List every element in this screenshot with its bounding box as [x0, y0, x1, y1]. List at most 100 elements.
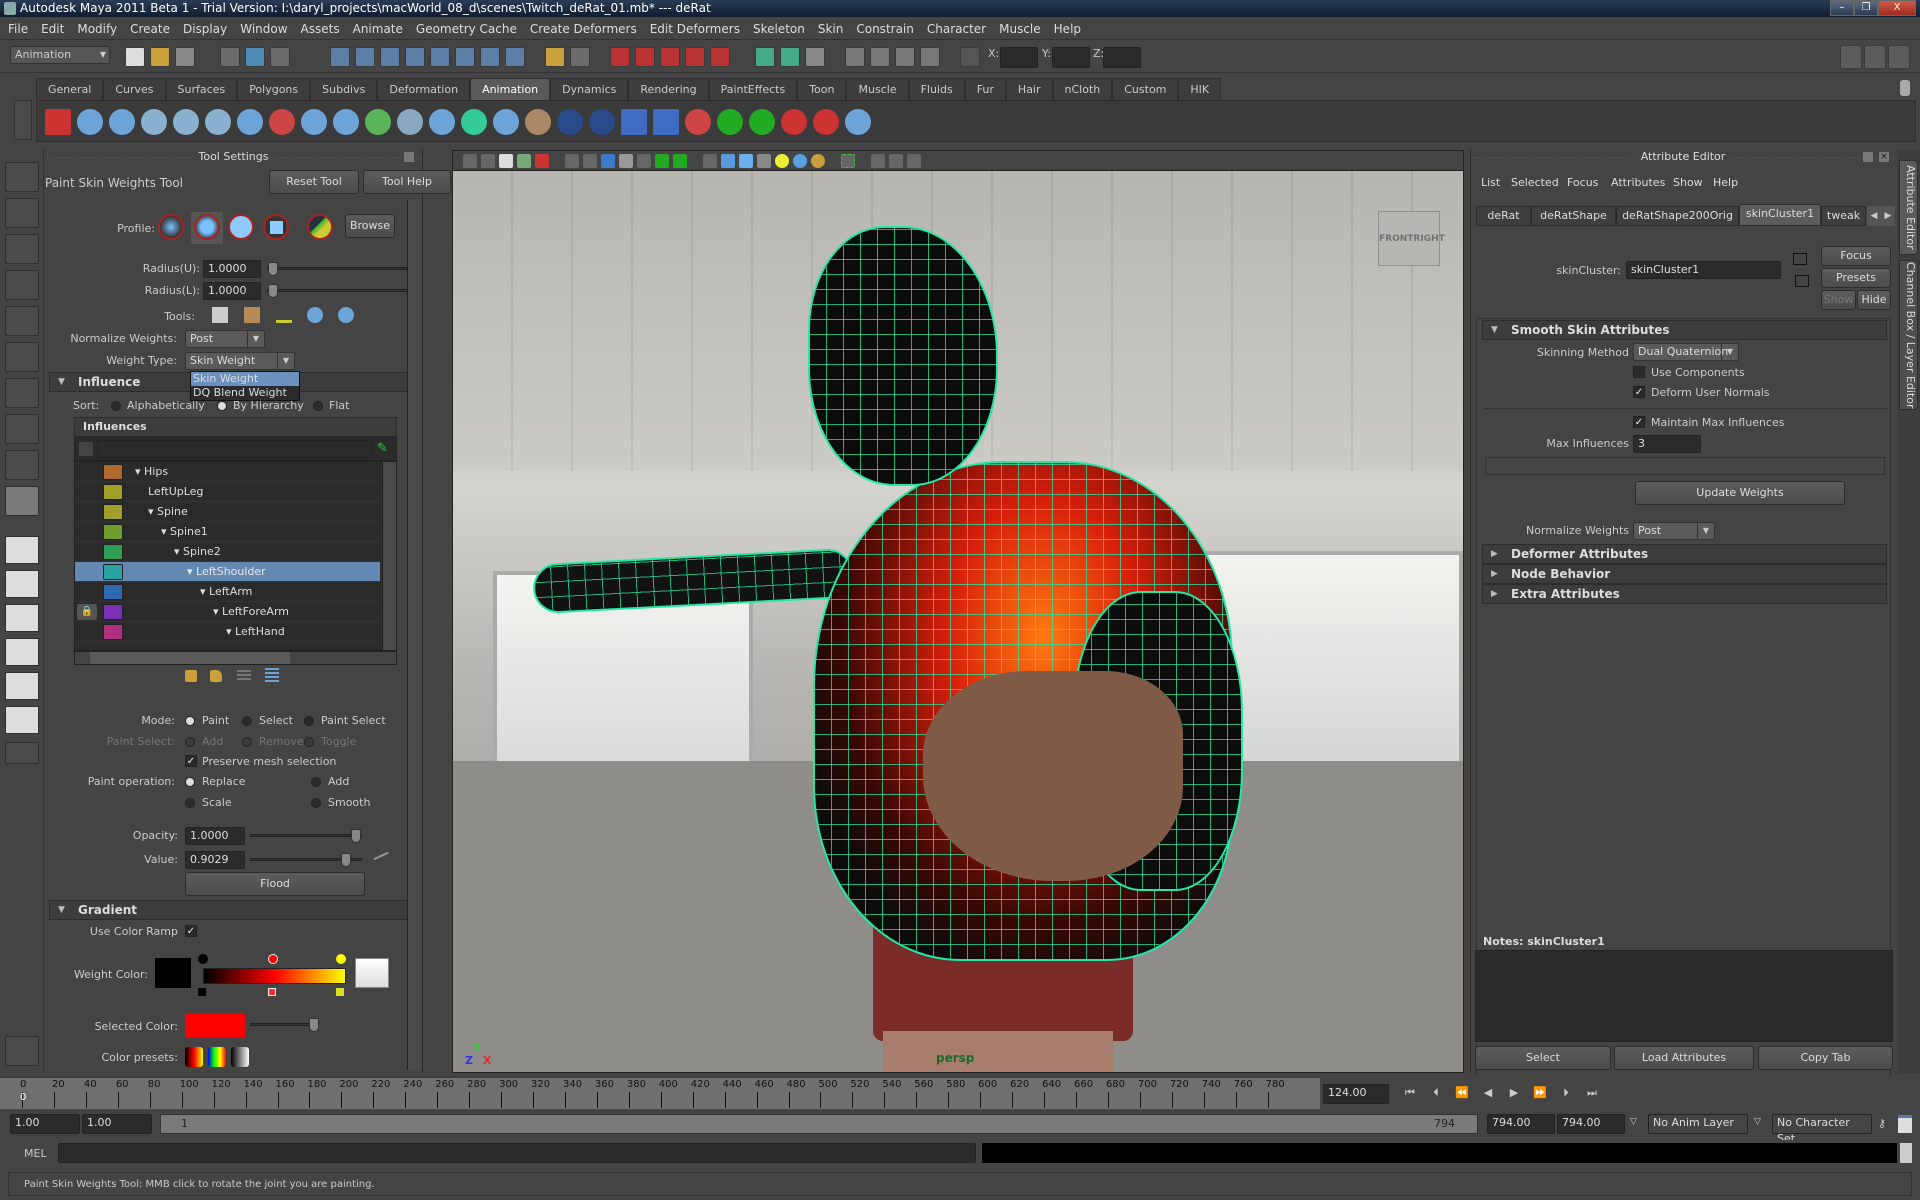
square-brush-icon[interactable] [263, 214, 289, 240]
image-brush-icon[interactable] [307, 214, 333, 240]
connect-joint-icon[interactable] [365, 109, 391, 135]
hq-render-icon[interactable] [811, 154, 825, 168]
operation-add-radio[interactable] [311, 777, 321, 787]
snap-view-plane-icon[interactable] [405, 47, 425, 67]
tab-scroll-right-icon[interactable]: ▶ [1881, 206, 1895, 226]
close-button[interactable]: X [1878, 0, 1916, 16]
character-set-field[interactable]: No Character Set [1772, 1114, 1872, 1145]
deformer-attributes-header[interactable]: Deformer Attributes [1482, 544, 1887, 564]
viewcube-front[interactable]: FRONT [1379, 234, 1413, 244]
influence-color-swatch[interactable] [103, 584, 123, 600]
ae-tab-tweak[interactable]: tweak [1821, 206, 1866, 226]
shadows-icon[interactable] [793, 154, 807, 168]
four-pane-layout-icon[interactable] [5, 570, 39, 598]
single-pane-layout-icon[interactable] [5, 536, 39, 564]
menu-geometry-cache[interactable]: Geometry Cache [416, 22, 517, 36]
wireframe-icon[interactable] [703, 154, 717, 168]
field-chart-icon[interactable] [637, 154, 651, 168]
side-tab-attribute-editor[interactable]: Attribute Editor [1899, 160, 1918, 255]
blend-shape-editor-icon[interactable] [589, 109, 615, 135]
xray-joints-icon[interactable] [889, 154, 903, 168]
ae-tab-deratshape200orig[interactable]: deRatShape200Orig [1616, 206, 1739, 226]
influence-color-swatch[interactable] [103, 504, 123, 520]
tab-scroll-left-icon[interactable]: ◀ [1867, 206, 1881, 226]
menu-modify[interactable]: Modify [77, 22, 117, 36]
sort-flat-radio[interactable] [313, 401, 323, 411]
camera-attributes-icon[interactable] [481, 154, 495, 168]
lock-icon[interactable] [545, 47, 565, 67]
shelf-tab-animation[interactable]: Animation [470, 78, 551, 100]
shelf-tab-fluids[interactable]: Fluids [908, 78, 965, 100]
safe-title-icon[interactable] [673, 154, 687, 168]
shelf-tab-hair[interactable]: Hair [1005, 78, 1053, 100]
skinning-method-dropdown[interactable]: Dual Quaternion [1633, 343, 1739, 361]
range-slider-start[interactable]: 1 [181, 1117, 188, 1130]
save-scene-icon[interactable] [175, 47, 195, 67]
menu-display[interactable]: Display [183, 22, 227, 36]
persp-graph-layout-icon[interactable] [5, 638, 39, 666]
time-slider[interactable]: 0 20 40 60 80 100 120 140 160 180 200 220 240 260 280 3… [0, 1076, 1320, 1109]
play-backward-icon[interactable]: ◀ [1480, 1086, 1496, 1100]
menu-file[interactable]: File [8, 22, 28, 36]
show-influences-icon[interactable] [338, 307, 354, 323]
resolution-gate-icon[interactable] [601, 154, 615, 168]
influence-row[interactable]: ▾ LeftHand [75, 622, 380, 642]
bookmarks-icon[interactable] [499, 154, 513, 168]
tool-help-button[interactable]: Tool Help [363, 170, 451, 194]
x-field[interactable] [1000, 47, 1038, 68]
notes-textarea[interactable] [1475, 950, 1893, 1042]
shelf-tab-hik[interactable]: HIK [1178, 78, 1222, 100]
preset-rainbow-button[interactable] [208, 1047, 226, 1067]
influences-filter-input[interactable] [97, 440, 373, 458]
menu-skin[interactable]: Skin [818, 22, 844, 36]
mirror-skin-weights-icon[interactable] [653, 109, 679, 135]
influence-row[interactable]: ▾ Spine1 [75, 522, 380, 542]
show-manipulator-icon[interactable] [5, 450, 39, 480]
insert-joint-icon[interactable] [301, 109, 327, 135]
shelf-tab-muscle[interactable]: Muscle [846, 78, 909, 100]
influence-color-swatch[interactable] [103, 524, 123, 540]
image-plane-icon[interactable] [517, 154, 531, 168]
influences-vertical-scrollbar[interactable] [382, 462, 396, 650]
tool-settings-scrollbar[interactable] [407, 200, 421, 1070]
show-button[interactable]: Show [1821, 290, 1856, 310]
3d-scene[interactable]: FRONT RIGHT Y Z X persp [453, 171, 1463, 1072]
influence-lock-icon[interactable]: 🔒 [77, 604, 97, 620]
viewcube-right[interactable]: RIGHT [1413, 234, 1444, 244]
step-forward-key-icon[interactable]: ⏩ [1532, 1086, 1548, 1100]
weight-color-ramp[interactable] [203, 968, 346, 984]
shelf-tab-surfaces[interactable]: Surfaces [165, 78, 238, 100]
influence-row[interactable]: LeftUpLeg [75, 482, 380, 502]
y-field[interactable] [1052, 47, 1090, 68]
ae-normalize-weights-dropdown[interactable]: Post [1633, 522, 1715, 540]
script-editor-icon[interactable] [845, 47, 865, 67]
ramp-start-color-swatch[interactable] [155, 958, 191, 988]
weight-type-option-dq[interactable]: DQ Blend Weight [191, 386, 299, 400]
influence-row[interactable]: ▾ Hips [75, 462, 380, 482]
step-back-key-icon[interactable]: ⏪ [1454, 1086, 1470, 1100]
help-icon[interactable] [505, 47, 525, 67]
soft-modification-icon[interactable] [5, 414, 39, 444]
snap-grid-icon[interactable] [330, 47, 350, 67]
playback-end-field[interactable]: 794.00 [1487, 1114, 1555, 1134]
use-components-checkbox[interactable] [1633, 366, 1645, 378]
grid-icon[interactable] [565, 154, 579, 168]
influence-row[interactable]: ▾ Spine [75, 502, 380, 522]
value-picker-icon[interactable] [373, 851, 389, 861]
shelf-tab-custom[interactable]: Custom [1112, 78, 1179, 100]
select-object-icon[interactable] [245, 47, 265, 67]
ramp-delete-red[interactable] [268, 988, 276, 996]
flood-button[interactable]: Flood [185, 872, 365, 896]
lock-weights-icon[interactable] [185, 670, 197, 682]
channel-box-toggle-icon[interactable] [1888, 45, 1910, 69]
soft-brush-icon[interactable] [158, 214, 184, 240]
go-to-end-icon[interactable]: ⏭ [1584, 1086, 1600, 1100]
extra-attributes-header[interactable]: Extra Attributes [1482, 584, 1887, 604]
move-weights-icon[interactable] [307, 307, 323, 323]
current-frame-field[interactable]: 124.00 [1323, 1084, 1389, 1104]
hypershade-icon[interactable] [685, 47, 705, 67]
render-icon[interactable] [610, 47, 630, 67]
graph-editor-icon[interactable] [870, 47, 890, 67]
anim-layer-field[interactable]: No Anim Layer [1648, 1114, 1748, 1134]
select-button[interactable]: Select [1475, 1046, 1611, 1070]
